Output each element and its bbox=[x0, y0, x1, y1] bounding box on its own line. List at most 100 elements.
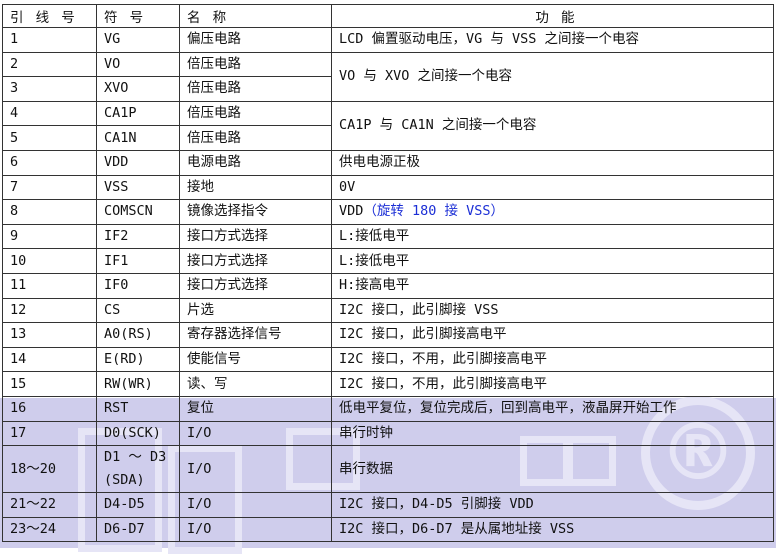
table-row: 15 RW(WR) 读、写 I2C 接口，不用，此引脚接高电平 bbox=[2, 371, 774, 397]
pin-cell: 12 bbox=[2, 297, 97, 324]
pin-cell: 2 bbox=[2, 51, 97, 78]
function-cell: LCD 偏置驱动电压，VG 与 VSS 之间接一个电容 bbox=[331, 27, 774, 53]
name-cell: I/O bbox=[179, 492, 332, 518]
table-row: 6 VDD 电源电路 供电电源正极 bbox=[2, 149, 774, 176]
table-row: 2 VO 倍压电路 VO 与 XVO 之间接一个电容 bbox=[2, 51, 774, 102]
name-cell: 接口方式选择 bbox=[179, 223, 332, 250]
symbol-cell: RW(WR) bbox=[96, 371, 180, 397]
table-row: 13 A0(RS) 寄存器选择信号 I2C 接口，此引脚接高电平 bbox=[2, 322, 774, 348]
function-cell: I2C 接口，不用，此引脚接高电平 bbox=[331, 346, 774, 373]
symbol-cell: E(RD) bbox=[96, 346, 180, 373]
table-row: 16 RST 复位 低电平复位，复位完成后，回到高电平，液晶屏开始工作 bbox=[2, 395, 774, 422]
name-cell: 倍压电路 bbox=[179, 76, 332, 102]
symbol-cell: D4-D5 bbox=[96, 492, 180, 518]
function-cell: 0V bbox=[331, 174, 774, 201]
symbol-cell: RST bbox=[96, 395, 180, 422]
pin-cell: 21～22 bbox=[2, 492, 97, 518]
name-cell: 电源电路 bbox=[179, 149, 332, 176]
pin-cell: 18～20 bbox=[2, 445, 97, 494]
symbol-cell: IF1 bbox=[96, 248, 180, 274]
name-cell: 片选 bbox=[179, 297, 332, 324]
name-cell: I/O bbox=[179, 445, 332, 494]
symbol-cell: A0(RS) bbox=[96, 322, 180, 348]
pin-cell: 8 bbox=[2, 199, 97, 225]
function-cell: I2C 接口，D4-D5 引脚接 VDD bbox=[331, 492, 774, 518]
name-cell: 使能信号 bbox=[179, 346, 332, 373]
symbol-cell: IF2 bbox=[96, 223, 180, 250]
function-cell: H:接高电平 bbox=[331, 272, 774, 299]
name-cell: 倍压电路 bbox=[179, 100, 332, 127]
pin-cell: 7 bbox=[2, 174, 97, 201]
table-row: 4 CA1P 倍压电路 CA1P 与 CA1N 之间接一个电容 bbox=[2, 100, 774, 151]
pin-cell: 23～24 bbox=[2, 516, 97, 543]
function-cell: L:接低电平 bbox=[331, 248, 774, 274]
function-cell: 供电电源正极 bbox=[331, 149, 774, 176]
symbol-cell: D1 ～ D3 (SDA) bbox=[96, 445, 180, 494]
symbol-cell: XVO bbox=[96, 76, 180, 102]
name-cell: 接口方式选择 bbox=[179, 272, 332, 299]
function-cell: VO 与 XVO 之间接一个电容 bbox=[331, 51, 774, 102]
function-cell: I2C 接口，D6-D7 是从属地址接 VSS bbox=[331, 516, 774, 543]
table-row: 9 IF2 接口方式选择 L:接低电平 bbox=[2, 223, 774, 250]
function-cell: 低电平复位，复位完成后，回到高电平，液晶屏开始工作 bbox=[331, 395, 774, 422]
table-row: 7 VSS 接地 0V bbox=[2, 174, 774, 201]
function-cell: L:接低电平 bbox=[331, 223, 774, 250]
pin-cell: 13 bbox=[2, 322, 97, 348]
pin-cell: 3 bbox=[2, 76, 97, 102]
pin-cell: 1 bbox=[2, 27, 97, 53]
symbol-cell: VSS bbox=[96, 174, 180, 201]
name-cell: 复位 bbox=[179, 395, 332, 422]
table-header-row: 引 线 号 符 号 名 称 功 能 bbox=[2, 4, 774, 28]
name-cell: I/O bbox=[179, 516, 332, 543]
table-row: 14 E(RD) 使能信号 I2C 接口，不用，此引脚接高电平 bbox=[2, 346, 774, 373]
name-cell: I/O bbox=[179, 420, 332, 447]
table-row: 17 D0(SCK) I/O 串行时钟 bbox=[2, 420, 774, 447]
symbol-cell: VG bbox=[96, 27, 180, 53]
table-row: 18～20 D1 ～ D3 (SDA) I/O 串行数据 bbox=[2, 445, 774, 494]
pin-cell: 15 bbox=[2, 371, 97, 397]
name-cell: 镜像选择指令 bbox=[179, 199, 332, 225]
pin-cell: 16 bbox=[2, 395, 97, 422]
header-symbol: 符 号 bbox=[96, 4, 180, 28]
symbol-cell: VO bbox=[96, 51, 180, 78]
symbol-cell: D6-D7 bbox=[96, 516, 180, 543]
symbol-cell: CA1N bbox=[96, 125, 180, 151]
function-cell: 串行时钟 bbox=[331, 420, 774, 447]
header-function: 功 能 bbox=[331, 4, 774, 28]
name-cell: 偏压电路 bbox=[179, 27, 332, 53]
symbol-line: D1 ～ D3 bbox=[104, 449, 167, 466]
pin-cell: 4 bbox=[2, 100, 97, 127]
function-note: （旋转 180 接 VSS） bbox=[363, 203, 505, 220]
function-cell: VDD（旋转 180 接 VSS） bbox=[331, 199, 774, 225]
function-cell: 串行数据 bbox=[331, 445, 774, 494]
function-cell: I2C 接口，此引脚接高电平 bbox=[331, 322, 774, 348]
pin-cell: 11 bbox=[2, 272, 97, 299]
table-row: 12 CS 片选 I2C 接口，此引脚接 VSS bbox=[2, 297, 774, 324]
table-row: 10 IF1 接口方式选择 L:接低电平 bbox=[2, 248, 774, 274]
function-cell: CA1P 与 CA1N 之间接一个电容 bbox=[331, 100, 774, 151]
table-row: 23～24 D6-D7 I/O I2C 接口，D6-D7 是从属地址接 VSS bbox=[2, 516, 774, 543]
symbol-line: (SDA) bbox=[104, 472, 145, 489]
symbol-cell: D0(SCK) bbox=[96, 420, 180, 447]
pin-cell: 9 bbox=[2, 223, 97, 250]
function-cell: I2C 接口，不用，此引脚接高电平 bbox=[331, 371, 774, 397]
symbol-cell: IF0 bbox=[96, 272, 180, 299]
pin-cell: 6 bbox=[2, 149, 97, 176]
symbol-cell: CA1P bbox=[96, 100, 180, 127]
symbol-cell: VDD bbox=[96, 149, 180, 176]
symbol-cell: COMSCN bbox=[96, 199, 180, 225]
function-text: VDD bbox=[339, 203, 364, 220]
pin-cell: 5 bbox=[2, 125, 97, 151]
table-row: 1 VG 偏压电路 LCD 偏置驱动电压，VG 与 VSS 之间接一个电容 bbox=[2, 27, 774, 53]
name-cell: 接口方式选择 bbox=[179, 248, 332, 274]
pin-cell: 10 bbox=[2, 248, 97, 274]
pin-definition-table: 引 线 号 符 号 名 称 功 能 1 VG 偏压电路 LCD 偏置驱动电压，V… bbox=[2, 4, 774, 543]
name-cell: 倍压电路 bbox=[179, 51, 332, 78]
name-cell: 倍压电路 bbox=[179, 125, 332, 151]
name-cell: 读、写 bbox=[179, 371, 332, 397]
header-pin: 引 线 号 bbox=[2, 4, 97, 28]
table-row: 11 IF0 接口方式选择 H:接高电平 bbox=[2, 272, 774, 299]
name-cell: 接地 bbox=[179, 174, 332, 201]
table-row: 21～22 D4-D5 I/O I2C 接口，D4-D5 引脚接 VDD bbox=[2, 492, 774, 518]
pin-cell: 17 bbox=[2, 420, 97, 447]
